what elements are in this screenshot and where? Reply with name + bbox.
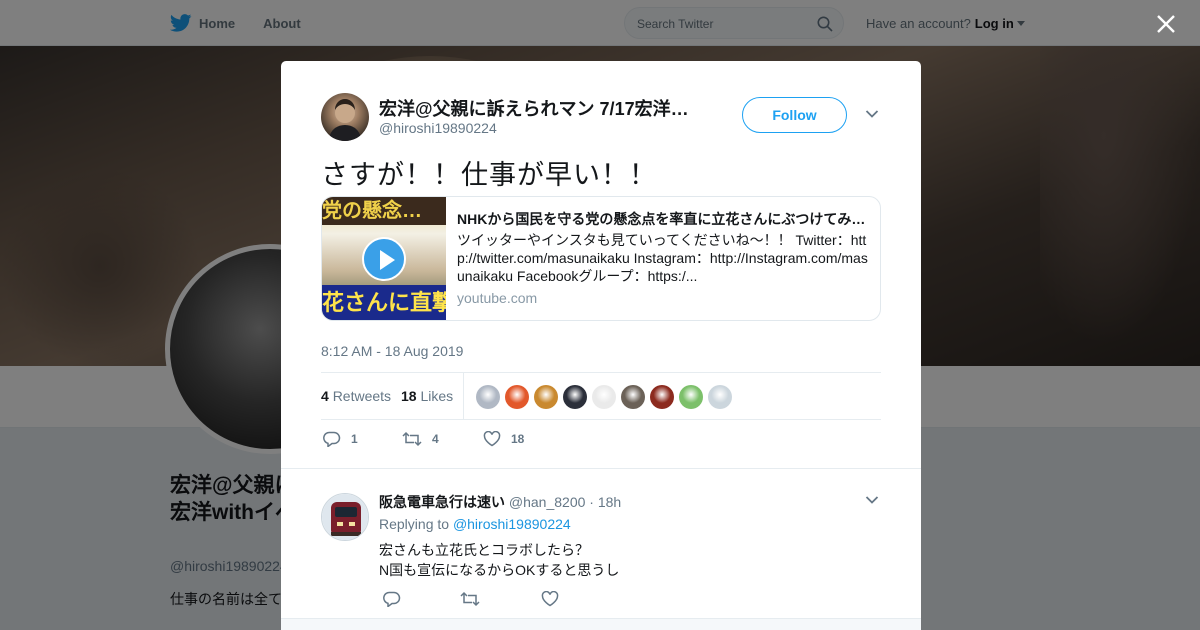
liker-avatar[interactable] bbox=[592, 385, 616, 409]
liker-avatar[interactable] bbox=[679, 385, 703, 409]
retweet-icon[interactable] bbox=[460, 591, 480, 607]
author-avatar-image bbox=[329, 99, 361, 141]
replying-to: Replying to @hiroshi19890224 bbox=[379, 516, 571, 532]
link-card[interactable]: 党の懸念… 花さんに直撃 NHKから国民を守る党の懸念点を率直に立花さんにぶつけ… bbox=[321, 196, 881, 321]
liker-avatar[interactable] bbox=[534, 385, 558, 409]
train-avatar-image bbox=[322, 494, 368, 540]
reply-icon bbox=[323, 431, 341, 447]
chevron-down-icon[interactable] bbox=[865, 109, 879, 119]
reply-button[interactable]: 1 bbox=[323, 431, 358, 447]
reply-author-handle[interactable]: @han_8200 bbox=[509, 494, 586, 510]
reply-text-line: 宏さんも立花氏とコラボしたら？ bbox=[379, 542, 589, 558]
like-count: 18 bbox=[511, 432, 525, 446]
reply-icon[interactable] bbox=[383, 591, 401, 607]
author-name[interactable]: 宏洋@父親に訴えられマン 7/17宏洋… bbox=[379, 95, 699, 121]
retweets-label: Retweets bbox=[332, 388, 392, 404]
card-description: ツイッターやインスタも見ていってくださいね〜！！ Twitter：http://… bbox=[457, 232, 868, 284]
tweet-text: さすが！！仕事が早い！！ bbox=[321, 160, 657, 190]
liker-avatar[interactable] bbox=[505, 385, 529, 409]
retweet-count: 4 bbox=[432, 432, 439, 446]
likes-stat[interactable]: 18 Likes bbox=[401, 388, 453, 404]
liker-avatar[interactable] bbox=[621, 385, 645, 409]
modal-bottom-strip bbox=[281, 618, 921, 630]
liker-avatar[interactable] bbox=[650, 385, 674, 409]
reply-text-line: N国も宣伝になるからOKすると思うし bbox=[379, 562, 620, 578]
heart-icon bbox=[483, 431, 501, 447]
likes-label: Likes bbox=[420, 388, 454, 404]
card-thumbnail: 党の懸念… 花さんに直撃 bbox=[322, 197, 446, 320]
liker-avatar[interactable] bbox=[563, 385, 587, 409]
tweet-stats: 4 Retweets 18 Likes bbox=[321, 372, 881, 420]
replying-mention[interactable]: @hiroshi19890224 bbox=[453, 516, 571, 532]
card-title: NHKから国民を守る党の懸念点を率直に立花さんにぶつけてみ… bbox=[457, 211, 866, 227]
likes-count: 18 bbox=[401, 388, 417, 404]
reply-header: 阪急電車急行は速い @han_8200 · 18h bbox=[379, 492, 621, 512]
play-icon[interactable] bbox=[362, 237, 406, 281]
reply-author-name[interactable]: 阪急電車急行は速い bbox=[379, 494, 505, 510]
reply-author-avatar[interactable] bbox=[321, 493, 369, 541]
reply-chevron-down-icon[interactable] bbox=[865, 495, 879, 505]
reply-time[interactable]: · 18h bbox=[589, 494, 621, 510]
liker-avatar[interactable] bbox=[476, 385, 500, 409]
stats-divider bbox=[463, 373, 464, 420]
close-icon[interactable] bbox=[1156, 14, 1176, 34]
reply-count: 1 bbox=[351, 432, 358, 446]
thumbnail-caption-top: 党の懸念… bbox=[322, 197, 446, 225]
reply-text: 宏さんも立花氏とコラボしたら？ N国も宣伝になるからOKすると思うし bbox=[379, 540, 839, 580]
author-handle[interactable]: @hiroshi19890224 bbox=[379, 120, 497, 136]
replying-prefix: Replying to bbox=[379, 516, 450, 532]
retweets-count: 4 bbox=[321, 388, 329, 404]
retweets-stat[interactable]: 4 Retweets bbox=[321, 388, 391, 404]
retweet-icon bbox=[402, 431, 422, 447]
follow-button[interactable]: Follow bbox=[742, 97, 847, 133]
retweet-button[interactable]: 4 bbox=[402, 431, 439, 447]
card-domain: youtube.com bbox=[457, 290, 538, 306]
tweet-timestamp[interactable]: 8:12 AM - 18 Aug 2019 bbox=[321, 343, 463, 359]
like-button[interactable]: 18 bbox=[483, 431, 524, 447]
author-avatar[interactable] bbox=[321, 93, 369, 141]
replies-divider bbox=[281, 468, 921, 469]
default-avatar[interactable] bbox=[708, 385, 732, 409]
heart-icon[interactable] bbox=[541, 591, 559, 607]
tweet-modal: 宏洋@父親に訴えられマン 7/17宏洋… @hiroshi19890224 Fo… bbox=[281, 61, 921, 630]
thumbnail-caption-bottom: 花さんに直撃 bbox=[322, 285, 446, 320]
